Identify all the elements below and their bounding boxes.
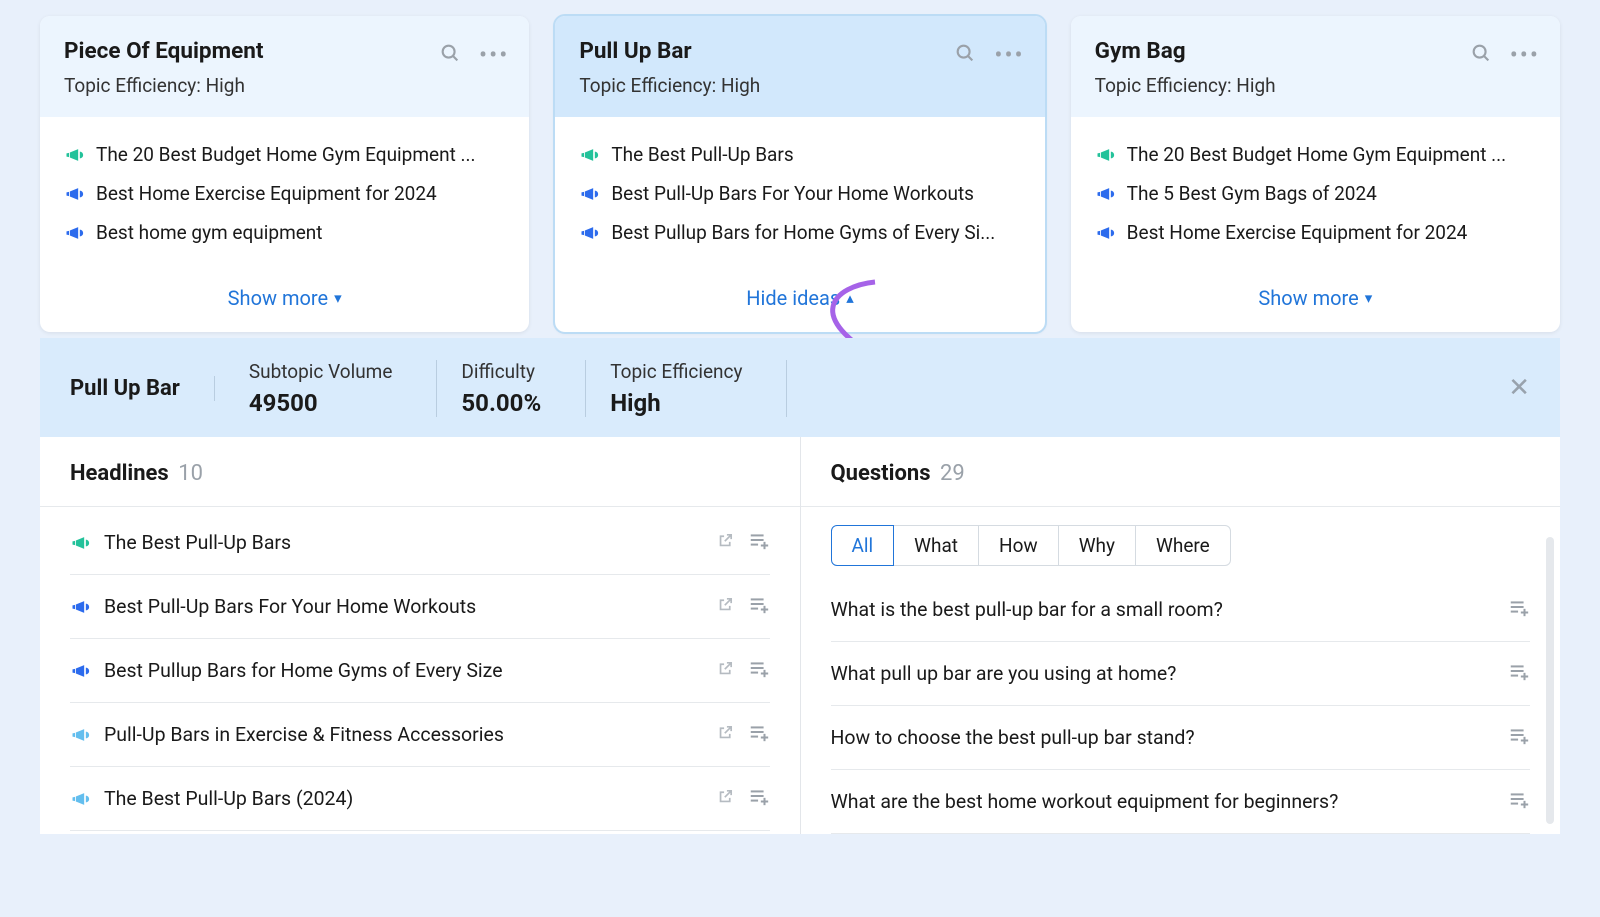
add-to-list-icon[interactable]: [1508, 724, 1530, 751]
megaphone-icon: [70, 661, 90, 681]
questions-panel: Questions 29 All What How Why Where What…: [801, 437, 1561, 834]
megaphone-icon: [64, 184, 84, 204]
idea-item[interactable]: The 20 Best Budget Home Gym Equipment ..…: [1095, 143, 1536, 166]
add-to-list-icon[interactable]: [748, 593, 770, 620]
external-link-icon[interactable]: [717, 659, 734, 682]
question-item[interactable]: How to choose the best pull-up bar stand…: [831, 706, 1531, 770]
megaphone-icon: [579, 184, 599, 204]
metric-topic-efficiency: Topic Efficiency High: [610, 360, 787, 417]
megaphone-icon: [70, 597, 90, 617]
idea-item[interactable]: The Best Pull-Up Bars: [579, 143, 1020, 166]
card-efficiency: Topic Efficiency: High: [579, 74, 1020, 97]
card-efficiency: Topic Efficiency: High: [64, 74, 505, 97]
question-filter-tabs: All What How Why Where: [831, 525, 1531, 566]
detail-panel: Pull Up Bar Subtopic Volume 49500 Diffic…: [40, 338, 1560, 834]
external-link-icon[interactable]: [717, 723, 734, 746]
add-to-list-icon[interactable]: [748, 721, 770, 748]
headline-item[interactable]: Pull-Up Bars in Exercise & Fitness Acces…: [70, 703, 770, 767]
question-item[interactable]: What is the best pull-up bar for a small…: [831, 578, 1531, 642]
chevron-down-icon: ▾: [334, 289, 342, 307]
topic-card-gym-bag[interactable]: Gym Bag Topic Efficiency: High ••• The 2…: [1071, 16, 1560, 332]
megaphone-icon: [70, 789, 90, 809]
megaphone-icon: [70, 725, 90, 745]
more-icon[interactable]: •••: [1510, 43, 1540, 67]
add-to-list-icon[interactable]: [1508, 788, 1530, 815]
filter-tab-where[interactable]: Where: [1135, 525, 1231, 566]
megaphone-icon: [64, 223, 84, 243]
more-icon[interactable]: •••: [479, 43, 509, 67]
topic-cards-row: Piece Of Equipment Topic Efficiency: Hig…: [0, 16, 1600, 332]
megaphone-icon: [579, 223, 599, 243]
add-to-list-icon[interactable]: [748, 657, 770, 684]
idea-item[interactable]: Best home gym equipment: [64, 221, 505, 244]
filter-tab-what[interactable]: What: [893, 525, 979, 566]
headline-item[interactable]: The Best Pull-Up Bars (2024): [70, 767, 770, 831]
add-to-list-icon[interactable]: [1508, 660, 1530, 687]
search-icon[interactable]: [1470, 42, 1492, 68]
external-link-icon[interactable]: [717, 531, 734, 554]
more-icon[interactable]: •••: [994, 43, 1024, 67]
megaphone-icon: [1095, 145, 1115, 165]
idea-item[interactable]: The 20 Best Budget Home Gym Equipment ..…: [64, 143, 505, 166]
filter-tab-all[interactable]: All: [831, 525, 895, 566]
add-to-list-icon[interactable]: [748, 785, 770, 812]
card-header: Piece Of Equipment Topic Efficiency: Hig…: [40, 16, 529, 117]
external-link-icon[interactable]: [717, 595, 734, 618]
filter-tab-why[interactable]: Why: [1058, 525, 1136, 566]
megaphone-icon: [579, 145, 599, 165]
metric-difficulty: Difficulty 50.00%: [461, 360, 586, 417]
topic-card-pull-up-bar[interactable]: Pull Up Bar Topic Efficiency: High ••• T…: [555, 16, 1044, 332]
question-item[interactable]: What are the best home workout equipment…: [831, 770, 1531, 834]
chevron-down-icon: ▾: [1365, 289, 1373, 307]
show-more-link[interactable]: Show more▾: [228, 286, 342, 310]
search-icon[interactable]: [954, 42, 976, 68]
external-link-icon[interactable]: [717, 787, 734, 810]
add-to-list-icon[interactable]: [1508, 596, 1530, 623]
idea-item[interactable]: Best Pull-Up Bars For Your Home Workouts: [579, 182, 1020, 205]
filter-tab-how[interactable]: How: [978, 525, 1059, 566]
show-more-link[interactable]: Show more▾: [1258, 286, 1372, 310]
idea-item[interactable]: Best Home Exercise Equipment for 2024: [64, 182, 505, 205]
megaphone-icon: [1095, 184, 1115, 204]
topic-card-piece-of-equipment[interactable]: Piece Of Equipment Topic Efficiency: Hig…: [40, 16, 529, 332]
close-icon[interactable]: ✕: [1508, 373, 1530, 403]
headline-item[interactable]: Best Pull-Up Bars For Your Home Workouts: [70, 575, 770, 639]
headline-item[interactable]: The Best Pull-Up Bars: [70, 511, 770, 575]
headline-item[interactable]: Best Pullup Bars for Home Gyms of Every …: [70, 639, 770, 703]
question-item[interactable]: What pull up bar are you using at home?: [831, 642, 1531, 706]
megaphone-icon: [70, 533, 90, 553]
add-to-list-icon[interactable]: [748, 529, 770, 556]
detail-title: Pull Up Bar: [70, 376, 215, 401]
chevron-up-icon: ▴: [846, 289, 854, 307]
metric-subtopic-volume: Subtopic Volume 49500: [249, 360, 438, 417]
idea-item[interactable]: Best Pullup Bars for Home Gyms of Every …: [579, 221, 1020, 244]
card-header: Gym Bag Topic Efficiency: High •••: [1071, 16, 1560, 117]
questions-title: Questions 29: [831, 461, 1531, 486]
headlines-title: Headlines 10: [70, 461, 770, 486]
card-header: Pull Up Bar Topic Efficiency: High •••: [555, 16, 1044, 117]
search-icon[interactable]: [439, 42, 461, 68]
idea-item[interactable]: The 5 Best Gym Bags of 2024: [1095, 182, 1536, 205]
megaphone-icon: [64, 145, 84, 165]
megaphone-icon: [1095, 223, 1115, 243]
detail-header: Pull Up Bar Subtopic Volume 49500 Diffic…: [40, 338, 1560, 437]
idea-item[interactable]: Best Home Exercise Equipment for 2024: [1095, 221, 1536, 244]
hide-ideas-link[interactable]: Hide ideas▴: [746, 286, 853, 310]
scrollbar[interactable]: [1546, 537, 1554, 824]
headlines-panel: Headlines 10 The Best Pull-Up Bars Best …: [40, 437, 801, 834]
card-efficiency: Topic Efficiency: High: [1095, 74, 1536, 97]
